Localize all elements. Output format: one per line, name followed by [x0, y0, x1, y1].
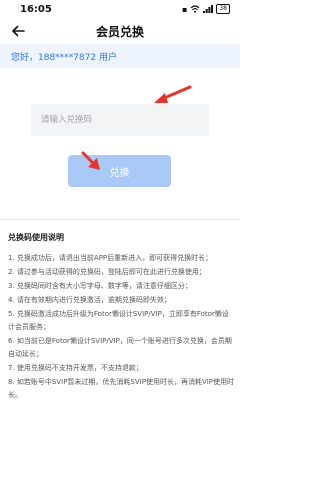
back-button[interactable]	[8, 21, 28, 41]
instruction-item: 7. 使用兑换码不支持开发票，不支持退款；	[8, 364, 143, 372]
battery-indicator: 38	[216, 4, 230, 14]
instruction-item: 5. 兑换码激活成功后升级为Fotor懒设计SVIP/VIP，立即享有Fotor…	[8, 310, 229, 331]
page-title: 会员兑换	[95, 24, 144, 39]
instructions-section: 兑换码使用说明 1. 兑换成功后，请退出当前APP后重新进入，即可获得兑换时长；…	[8, 232, 234, 403]
notification-icon: ▪	[181, 4, 188, 14]
user-greeting-banner: 您好，188****7872 用户	[0, 44, 240, 68]
section-divider	[0, 219, 240, 220]
instruction-item: 3. 兑换码同时含有大小写字母、数字等，请注意仔细区分；	[8, 282, 192, 290]
instruction-item: 1. 兑换成功后，请退出当前APP后重新进入，即可获得兑换时长；	[8, 254, 213, 262]
instruction-item: 2. 请过参与活动获得的兑换码，登陆后即可在此进行兑换使用；	[8, 268, 206, 276]
instruction-item: 4. 请在有效期内进行兑换激活，逾期兑换码即失效；	[8, 296, 171, 304]
instructions-title: 兑换码使用说明	[8, 233, 64, 242]
arrow-left-icon	[12, 25, 25, 37]
redeem-code-input[interactable]	[31, 104, 209, 136]
red-arrow-annotation-input	[154, 85, 192, 103]
wifi-icon	[190, 5, 200, 13]
instruction-item: 8. 如若账号中SVIP暂未过期，优先消耗SVIP使用时长，再消耗VIP使用时长…	[8, 378, 235, 399]
status-icons: ▪ 38	[182, 4, 230, 14]
redeem-button[interactable]: 兑换	[68, 155, 171, 187]
signal-icon	[203, 5, 214, 13]
nav-bar: 会员兑换	[0, 18, 240, 44]
status-bar: 16:05 ▪ 38	[0, 0, 240, 18]
instruction-item: 6. 如当前已是Fotor懒设计SVIP/VIP，同一个账号进行多次兑换，会员期…	[8, 337, 232, 358]
status-time: 16:05	[20, 3, 52, 15]
